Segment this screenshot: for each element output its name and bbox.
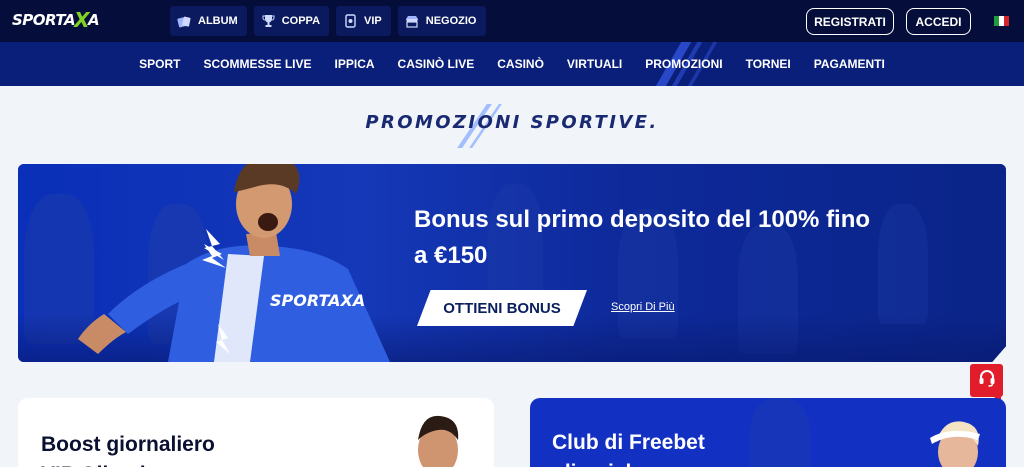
promo-card-title: Club di Freebet olimpiche [552,431,705,467]
background-player [750,398,810,467]
nav-scommesse-live[interactable]: SCOMMESSE LIVE [192,57,323,71]
promo-card-player-image [418,415,459,467]
register-button[interactable]: REGISTRATI [806,8,894,35]
headset-icon [977,368,997,393]
nav-pagamenti[interactable]: PAGAMENTI [802,57,896,71]
promo-card-athlete-image [930,421,980,467]
promo-card-boost[interactable]: Boost giornaliero VIP Olimpico [18,398,494,467]
celebrating-player-image: SPORTAXA [78,164,390,362]
main-nav: SPORT SCOMMESSE LIVE IPPICA CASINÒ LIVE … [0,42,1024,86]
sportaxa-logo[interactable]: SPORTA X A [12,6,100,34]
main-nav-menu: SPORT SCOMMESSE LIVE IPPICA CASINÒ LIVE … [0,42,1024,86]
album-icon [177,14,192,28]
topnav-vip-label: VIP [364,15,382,27]
nav-promozioni[interactable]: PROMOZIONI [634,57,734,71]
nav-virtuali[interactable]: VIRTUALI [555,57,633,71]
promo-card-freebet[interactable]: Club di Freebet olimpiche [530,398,1006,467]
background-player [878,204,928,324]
nav-ippica[interactable]: IPPICA [323,57,386,71]
top-bar: SPORTA X A ALBUM COPPA VIP NEGOZIO REGIS… [0,0,1024,42]
nav-sport[interactable]: SPORT [128,57,192,71]
section-title: PROMOZIONI SPORTIVE. [365,112,659,133]
topnav-album[interactable]: ALBUM [170,6,247,36]
hero-banner: SPORTAXA Bonus sul primo deposito del 10… [18,164,1006,362]
learn-more-link[interactable]: Scopri Di Più [611,301,675,313]
get-bonus-button[interactable]: OTTIENI BONUS [417,290,587,326]
topnav-coppa-label: COPPA [281,15,321,27]
top-nav: ALBUM COPPA VIP NEGOZIO [170,6,486,36]
topnav-negozio-label: NEGOZIO [425,15,477,27]
logo-text-part2: X [74,8,90,32]
support-chat-button[interactable] [970,364,1003,397]
jersey-logo-text: SPORTAXA [270,291,365,310]
vip-icon [343,14,358,28]
topnav-negozio[interactable]: NEGOZIO [397,6,486,36]
promo-card-title: Boost giornaliero VIP Olimpico [41,433,215,467]
nav-casino[interactable]: CASINÒ [486,57,556,71]
nav-casino-live[interactable]: CASINÒ LIVE [386,57,486,71]
italy-flag-icon[interactable] [994,16,1009,26]
login-button[interactable]: ACCEDI [906,8,971,35]
logo-text-part1: SPORTA [12,11,76,29]
logo-text-part3: A [88,11,100,29]
hero-title: Bonus sul primo deposito del 100% fino a… [414,206,871,269]
topnav-coppa[interactable]: COPPA [253,6,330,36]
shop-icon [405,14,420,28]
trophy-icon [261,14,276,28]
nav-tornei[interactable]: TORNEI [734,57,802,71]
topnav-vip[interactable]: VIP [336,6,391,36]
topnav-album-label: ALBUM [198,15,238,27]
